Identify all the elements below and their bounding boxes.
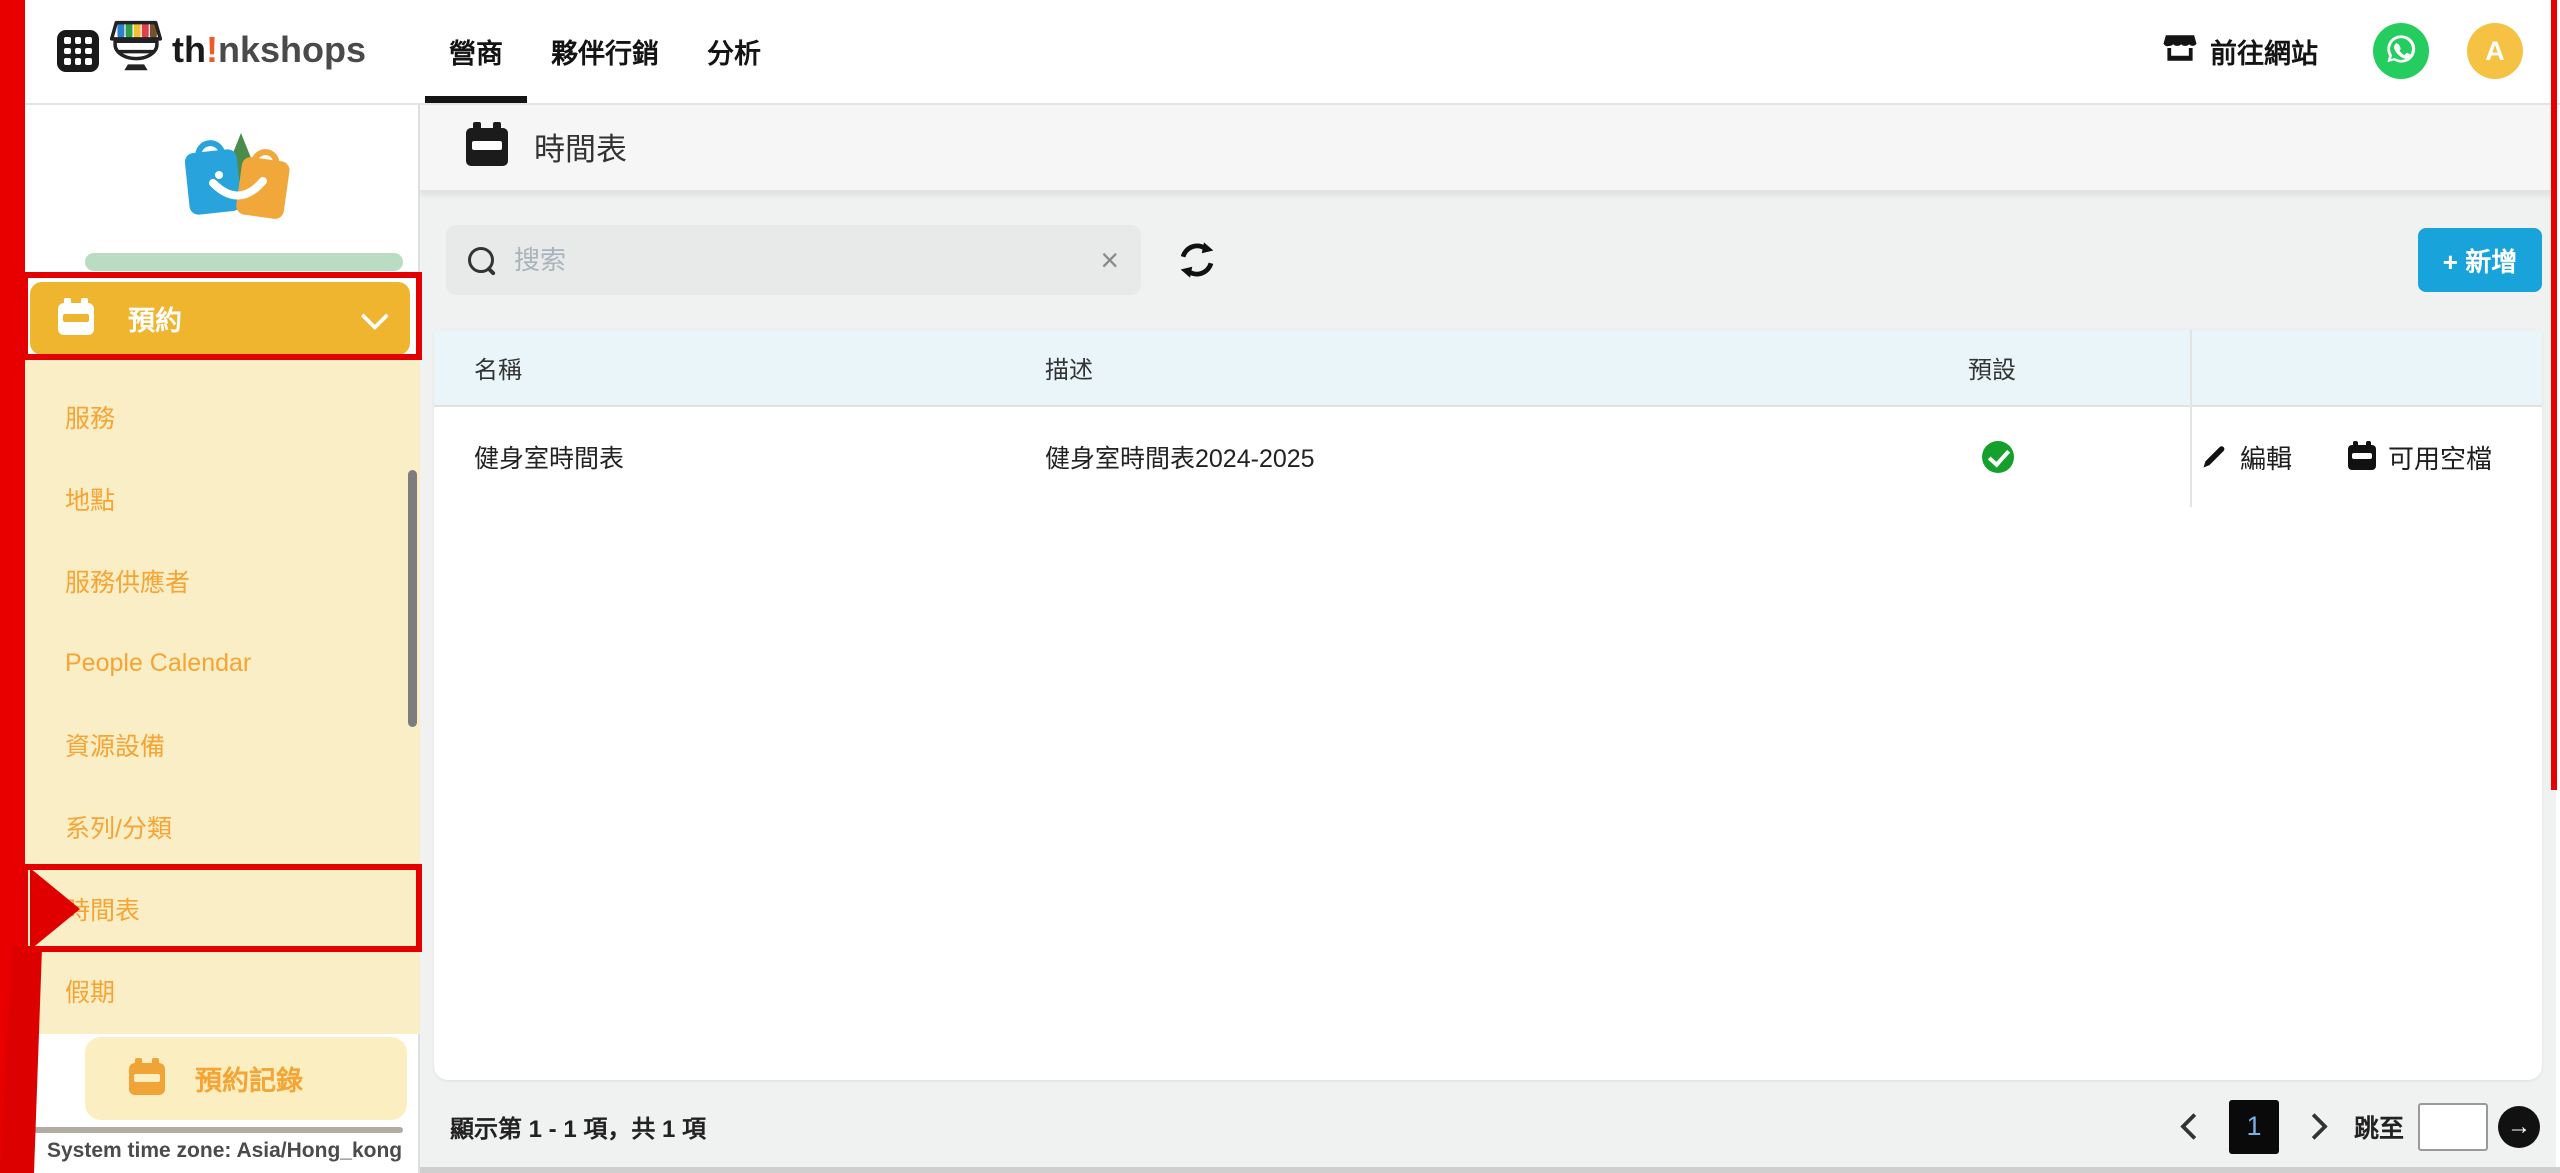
- avatar-letter: A: [2485, 36, 2505, 67]
- sidebar-item-people-calendar[interactable]: People Calendar: [25, 622, 420, 704]
- jump-to-label: 跳至: [2354, 1109, 2404, 1145]
- goto-website-label: 前往網站: [2210, 32, 2318, 71]
- pencil-icon: [2200, 443, 2228, 471]
- sidebar-item-timetable[interactable]: 時間表: [25, 868, 420, 950]
- storefront-icon: [2162, 30, 2198, 73]
- current-page-button[interactable]: 1: [2229, 1100, 2279, 1154]
- jump-to-page-input[interactable]: [2418, 1103, 2488, 1151]
- column-header-default: 預設: [1968, 330, 2016, 405]
- row-actions: 編輯 可用空檔: [2200, 407, 2492, 507]
- sidebar-scrollbar[interactable]: [408, 470, 417, 727]
- app-window: th!nkshops 營商 夥伴行銷 分析 前往網站 A: [0, 0, 2560, 1173]
- column-header-description: 描述: [1045, 330, 1093, 405]
- brand-name: th!nkshops: [172, 29, 366, 71]
- top-header-bar: th!nkshops 營商 夥伴行銷 分析 前往網站 A: [0, 0, 2560, 105]
- shop-logo: [175, 121, 300, 241]
- table-row: 健身室時間表 健身室時間表2024-2025 編輯 可用空檔: [434, 407, 2542, 507]
- main-content: 時間表 × + 新增 名稱 描述 預設: [420, 103, 2556, 1173]
- search-input[interactable]: [512, 244, 1100, 277]
- sidebar-divider: [33, 1127, 403, 1133]
- sidebar: 預約 服務 地點 服務供應者 People Calendar 資源設備 系列/分…: [25, 103, 420, 1173]
- booking-records-label: 預約記錄: [195, 1059, 303, 1098]
- next-page-icon[interactable]: [2301, 1113, 2328, 1140]
- sidebar-menu-booking-records[interactable]: 預約記錄: [85, 1037, 407, 1120]
- whatsapp-icon: [2382, 30, 2420, 73]
- whatsapp-button[interactable]: [2373, 23, 2429, 79]
- row-default-cell: [1982, 407, 2014, 507]
- plan-progress-bar: [85, 253, 403, 271]
- refresh-button[interactable]: [1175, 238, 1219, 282]
- main-nav-tabs: 營商 夥伴行銷 分析: [425, 0, 785, 103]
- calendar-icon: [2348, 445, 2376, 470]
- arrow-right-icon: →: [2507, 1113, 2531, 1141]
- tab-business[interactable]: 營商: [425, 0, 527, 103]
- annotation-right-red-line: [2551, 0, 2557, 790]
- system-timezone-text: System time zone: Asia/Hong_kong: [47, 1139, 402, 1163]
- search-box: ×: [446, 225, 1141, 295]
- search-icon: [468, 247, 494, 273]
- actions-column-divider: [2190, 330, 2192, 507]
- sidebar-item-services[interactable]: 服務: [25, 376, 420, 458]
- page-header: 時間表: [420, 103, 2556, 192]
- column-header-name: 名稱: [474, 330, 522, 405]
- sidebar-item-service-providers[interactable]: 服務供應者: [25, 540, 420, 622]
- chevron-down-icon: [361, 302, 389, 330]
- sidebar-menu-booking[interactable]: 預約: [30, 282, 410, 355]
- goto-website-button[interactable]: 前往網站: [2162, 0, 2318, 103]
- sidebar-item-resources[interactable]: 資源設備: [25, 704, 420, 786]
- add-new-button[interactable]: + 新增: [2418, 228, 2542, 292]
- sidebar-item-holidays[interactable]: 假期: [25, 950, 420, 1032]
- page-title: 時間表: [534, 124, 627, 169]
- row-description-cell: 健身室時間表2024-2025: [1045, 407, 1315, 507]
- tab-partner-marketing[interactable]: 夥伴行銷: [527, 0, 683, 103]
- user-avatar[interactable]: A: [2467, 23, 2523, 79]
- sidebar-item-locations[interactable]: 地點: [25, 458, 420, 540]
- storefront-awning-icon: [108, 18, 164, 81]
- app-launcher-grid-icon[interactable]: [57, 30, 99, 72]
- table-header-row: 名稱 描述 預設: [434, 330, 2542, 407]
- pagination: 1 跳至 →: [2184, 1100, 2540, 1154]
- go-to-page-button[interactable]: →: [2498, 1106, 2540, 1148]
- clear-search-icon[interactable]: ×: [1100, 244, 1119, 276]
- tab-analytics[interactable]: 分析: [683, 0, 785, 103]
- calendar-icon: [129, 1063, 165, 1095]
- calendar-icon: [466, 128, 508, 166]
- timetable-table-card: 名稱 描述 預設 健身室時間表 健身室時間表2024-2025 編輯: [434, 330, 2542, 1080]
- items-summary: 顯示第 1 - 1 項，共 1 項: [450, 1109, 706, 1144]
- default-check-icon: [1982, 441, 2014, 473]
- table-footer: 顯示第 1 - 1 項，共 1 項 1 跳至 →: [420, 1080, 2556, 1173]
- booking-submenu: 服務 地點 服務供應者 People Calendar 資源設備 系列/分類 時…: [25, 358, 420, 1034]
- brand-logo[interactable]: th!nkshops: [108, 18, 366, 81]
- row-name-cell: 健身室時間表: [474, 407, 624, 507]
- booking-menu-label: 預約: [128, 299, 182, 338]
- sidebar-item-series-categories[interactable]: 系列/分類: [25, 786, 420, 868]
- prev-page-icon[interactable]: [2180, 1113, 2207, 1140]
- toolbar: × + 新增: [420, 194, 2556, 330]
- calendar-icon: [58, 303, 94, 335]
- edit-button[interactable]: 編輯: [2200, 439, 2292, 476]
- annotation-left-red-strip: [0, 0, 25, 1173]
- available-slots-button[interactable]: 可用空檔: [2348, 439, 2492, 476]
